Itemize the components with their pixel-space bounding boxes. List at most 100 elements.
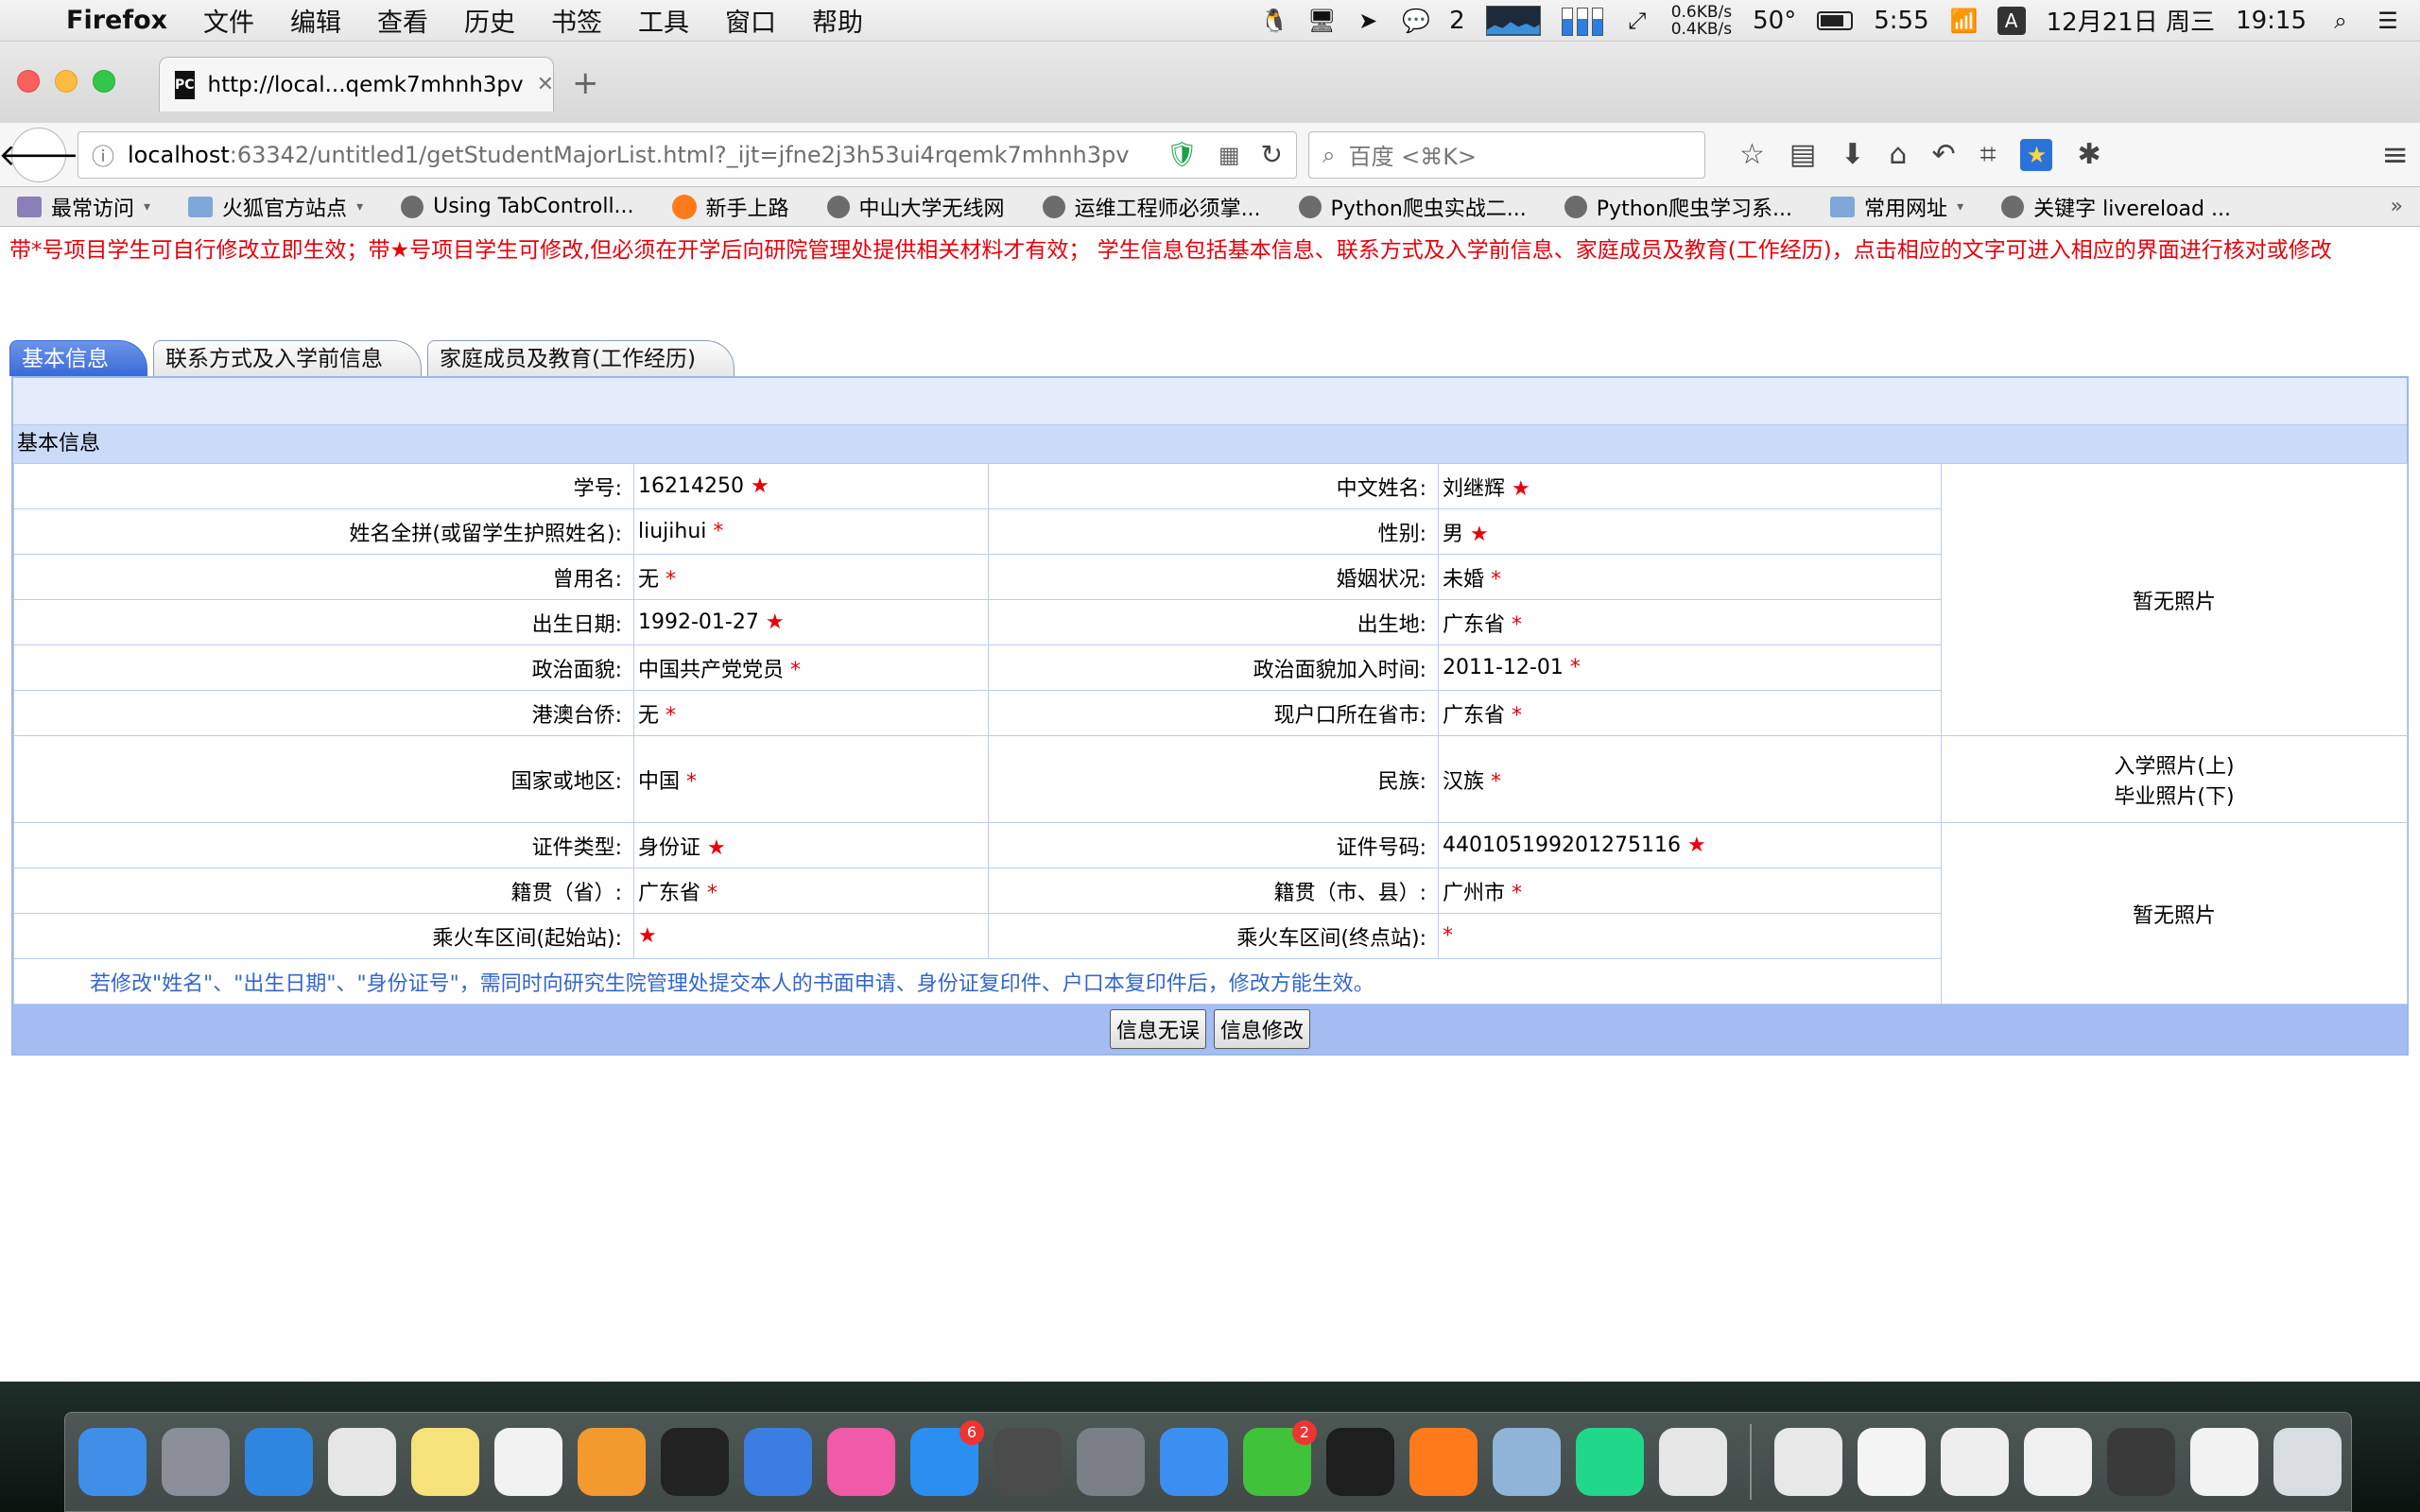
system-preferences-icon[interactable]: [1077, 1428, 1145, 1496]
close-window-button[interactable]: [17, 70, 40, 93]
window-thumb-2-icon[interactable]: [1941, 1428, 2009, 1496]
bookmark-common-sites[interactable]: 常用网址 ▾: [1830, 192, 1963, 222]
launchpad-icon[interactable]: [162, 1428, 230, 1496]
shield-icon[interactable]: 🛡: [1167, 141, 1198, 169]
bookmark-most-visited[interactable]: 最常访问 ▾: [17, 192, 150, 222]
menu-window[interactable]: 窗口: [725, 2, 776, 39]
window-thumb-1-icon[interactable]: [1858, 1428, 1926, 1496]
chrome-icon[interactable]: [328, 1428, 396, 1496]
more-bookmarks-icon[interactable]: »: [2391, 195, 2403, 218]
memory-disk-bars-icon[interactable]: [1561, 6, 1603, 36]
tab-family-education[interactable]: 家庭成员及教育(工作经历): [427, 340, 735, 376]
bookmark-python-crawler-2[interactable]: Python爬虫实战二...: [1298, 192, 1527, 222]
modify-info-button[interactable]: 信息修改: [1214, 1009, 1311, 1049]
chrome-icon[interactable]: [1659, 1428, 1727, 1496]
url-actions: 🛡 ▦ ↻: [1167, 139, 1283, 170]
tab-contact-info[interactable]: 联系方式及入学前信息: [153, 340, 422, 376]
menubar-time[interactable]: 19:15: [2236, 7, 2307, 35]
bookmark-python-crawler-series[interactable]: Python爬虫学习系...: [1564, 192, 1792, 222]
reading-list-icon[interactable]: ▤: [1789, 138, 1816, 171]
required-marker: *: [790, 658, 802, 682]
confirm-info-button[interactable]: 信息无误: [1109, 1009, 1206, 1049]
app-store-icon[interactable]: 6: [910, 1420, 984, 1496]
resize-arrows-icon[interactable]: ⤢: [1624, 8, 1651, 34]
required-marker: *: [1491, 769, 1502, 794]
tab-basic-info[interactable]: 基本信息: [9, 340, 147, 376]
field-value-cell: 刘继辉 ★: [1438, 463, 1942, 509]
new-tab-button[interactable]: +: [572, 64, 599, 102]
minimize-window-button[interactable]: [55, 70, 78, 93]
pycharm-icon[interactable]: [1576, 1428, 1644, 1496]
crop-screenshot-icon[interactable]: ⌗: [1980, 138, 1996, 171]
wechat-tray-icon[interactable]: 💬: [1402, 8, 1430, 34]
spotlight-search-icon[interactable]: ⌕: [2327, 8, 2354, 34]
document-stack-1-icon[interactable]: [1774, 1428, 1842, 1496]
wechat-icon[interactable]: 2: [1243, 1420, 1317, 1496]
sublime-text-icon[interactable]: [994, 1428, 1062, 1496]
pages-icon[interactable]: [578, 1428, 646, 1496]
menubar-date[interactable]: 12月21日 周三: [2047, 3, 2215, 38]
field-value-cell: 2011-12-01 *: [1438, 644, 1942, 691]
network-speed[interactable]: 0.6KB/s 0.4KB/s: [1671, 4, 1732, 38]
back-button[interactable]: 🡐: [0, 127, 79, 182]
search-input[interactable]: ⌕ 百度 <⌘K>: [1308, 130, 1705, 179]
site-info-icon[interactable]: ⓘ: [92, 138, 114, 171]
download-icon[interactable]: ⬇: [1841, 138, 1864, 171]
browser-tab-active[interactable]: PC http://local...qemk7mhnh3pv ✕: [159, 57, 554, 112]
bookmark-getting-started[interactable]: 新手上路: [671, 192, 789, 222]
bookmark-livereload[interactable]: 关键字 livereload ...: [2001, 192, 2231, 222]
safari-icon[interactable]: [245, 1428, 313, 1496]
firefox-icon[interactable]: [1409, 1428, 1478, 1496]
window-thumb-4-icon[interactable]: [2107, 1428, 2175, 1496]
menu-help[interactable]: 帮助: [812, 2, 863, 39]
terminal-icon[interactable]: [1326, 1428, 1394, 1496]
bookmark-firefox-sites[interactable]: 火狐官方站点 ▾: [188, 192, 363, 222]
send-tray-icon[interactable]: ➤: [1355, 8, 1381, 34]
menu-bookmarks[interactable]: 书签: [551, 2, 602, 39]
cpu-graph-icon[interactable]: [1485, 5, 1541, 36]
window-thumb-3-icon[interactable]: [2024, 1428, 2092, 1496]
bookmark-tabcontrol[interactable]: Using TabControll...: [401, 195, 634, 218]
reload-icon[interactable]: ↻: [1261, 139, 1283, 170]
trash-icon[interactable]: [2273, 1428, 2342, 1496]
bookmark-ops-engineer[interactable]: 运维工程师必须掌...: [1042, 192, 1261, 222]
bookmark-star-icon[interactable]: ☆: [1739, 138, 1765, 171]
input-method-icon[interactable]: A: [1996, 6, 2026, 35]
battery-time[interactable]: 5:55: [1874, 7, 1928, 35]
zoom-window-button[interactable]: [93, 70, 115, 93]
url-bar[interactable]: ⓘ localhost:63342/untitled1/getStudentMa…: [78, 130, 1297, 179]
notification-center-icon[interactable]: ☰: [2375, 8, 2401, 34]
qq-tray-icon[interactable]: 🐧: [1260, 8, 1288, 34]
finder-icon[interactable]: [78, 1428, 147, 1496]
required-marker: ★: [1470, 522, 1489, 546]
menu-history[interactable]: 历史: [464, 2, 515, 39]
extension-bug-icon[interactable]: ✱: [2077, 138, 2100, 171]
home-icon[interactable]: ⌂: [1889, 138, 1907, 171]
quicktime-icon[interactable]: [1160, 1428, 1228, 1496]
bookmark-sysu-wifi[interactable]: 中山大学无线网: [826, 192, 1005, 222]
extension-star-icon[interactable]: ★: [2020, 138, 2053, 171]
app-menu-firefox[interactable]: Firefox: [66, 6, 167, 35]
menu-view[interactable]: 查看: [377, 2, 428, 39]
reminders-icon[interactable]: [494, 1428, 562, 1496]
wifi-icon[interactable]: 📶: [1950, 8, 1979, 34]
battery-icon[interactable]: [1817, 10, 1854, 30]
menu-tools[interactable]: 工具: [638, 2, 689, 39]
menu-edit[interactable]: 编辑: [290, 2, 341, 39]
tab-close-icon[interactable]: ✕: [537, 73, 554, 96]
temperature-readout[interactable]: 50°: [1753, 7, 1796, 35]
tab-strip: PC http://local...qemk7mhnh3pv ✕ +: [0, 42, 2420, 123]
preview-icon[interactable]: [1493, 1428, 1561, 1496]
screen-tray-icon[interactable]: 🖥: [1307, 8, 1336, 34]
undo-icon[interactable]: ↶: [1931, 138, 1955, 171]
qq-icon[interactable]: [661, 1428, 729, 1496]
hamburger-menu-icon[interactable]: ≡: [2382, 136, 2410, 174]
notes-icon[interactable]: [411, 1428, 479, 1496]
field-value-cell: 汉族 *: [1438, 735, 1942, 823]
menu-file[interactable]: 文件: [203, 2, 254, 39]
window-thumb-5-icon[interactable]: [2190, 1428, 2258, 1496]
itunes-icon[interactable]: [827, 1428, 895, 1496]
keynote-icon[interactable]: [744, 1428, 812, 1496]
modification-note: 若修改"姓名"、"出生日期"、"身份证号"，需同时向研究生院管理处提交本人的书面…: [13, 958, 1942, 1005]
qr-code-icon[interactable]: ▦: [1219, 142, 1240, 168]
